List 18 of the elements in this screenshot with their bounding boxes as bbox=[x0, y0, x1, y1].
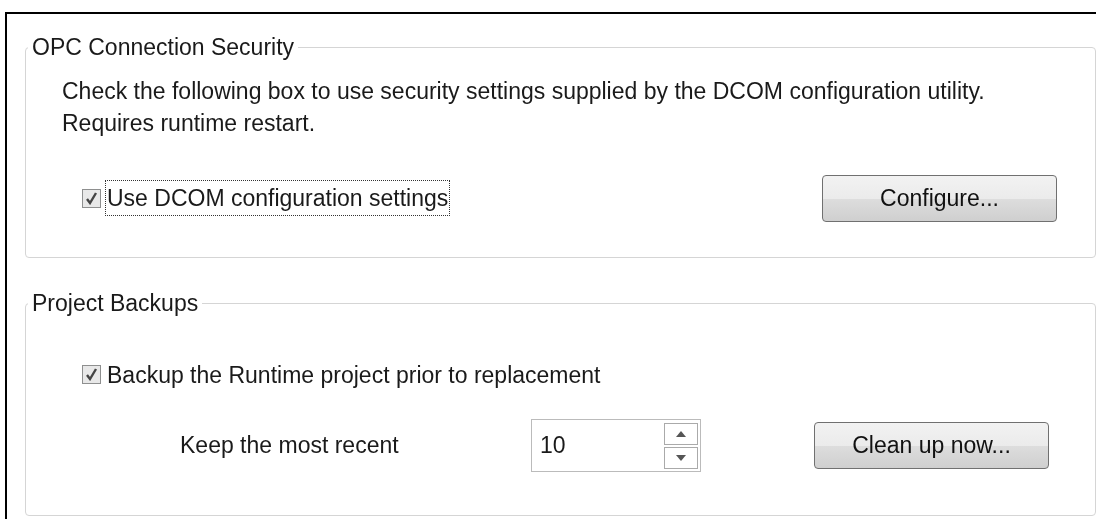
description-text: Check the following box to use security settings supplied by the DCOM configuration utility. Requires runtime restart. bbox=[62, 76, 986, 138]
action-button[interactable]: Clean up now... bbox=[814, 422, 1049, 469]
down-arrow-icon bbox=[676, 454, 686, 461]
field-value: 10 bbox=[540, 431, 566, 461]
up-arrow-icon bbox=[676, 430, 686, 437]
checkmark-icon bbox=[85, 368, 98, 382]
number-field[interactable]: 10 bbox=[531, 419, 701, 472]
spinner-label: Keep the most recent bbox=[180, 431, 400, 461]
spin-up-button[interactable] bbox=[664, 422, 698, 445]
spin-down-button[interactable] bbox=[664, 446, 698, 469]
checkmark-icon bbox=[85, 191, 98, 205]
checkbox[interactable] bbox=[82, 188, 101, 208]
group-title: OPC Connection Security bbox=[31, 33, 296, 62]
checkbox-label[interactable]: Use DCOM configuration settings bbox=[105, 179, 451, 217]
action-button[interactable]: Configure... bbox=[822, 174, 1057, 222]
group-title: Project Backups bbox=[31, 289, 200, 318]
checkbox[interactable] bbox=[82, 365, 101, 385]
checkbox-label[interactable]: Backup the Runtime project prior to replacement bbox=[105, 356, 603, 393]
